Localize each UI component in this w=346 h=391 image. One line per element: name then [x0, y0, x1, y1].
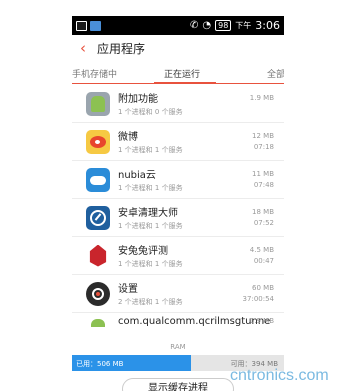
cleaner-icon — [86, 205, 110, 230]
title-bar: ‹ 应用程序 — [72, 35, 284, 62]
weibo-icon — [86, 129, 110, 154]
ram-label: RAM — [170, 343, 186, 351]
app-memory: 12 MB — [252, 132, 274, 140]
app-memory: 11 MB — [252, 170, 274, 178]
app-runtime: 37:00:54 — [242, 295, 274, 303]
tab-all[interactable]: 全部 — [267, 67, 284, 80]
app-memory: 1.9 MB — [249, 317, 274, 325]
app-runtime: 00:47 — [253, 257, 274, 265]
android-icon — [86, 313, 110, 327]
back-arrow-icon[interactable]: ‹ — [80, 41, 92, 56]
tab-bar: 手机存储中 正在运行 全部 — [72, 62, 284, 84]
app-runtime: 07:18 — [253, 143, 274, 151]
image-notification-icon — [90, 20, 101, 31]
status-ampm: 下午 — [235, 21, 252, 30]
app-runtime: 07:48 — [253, 181, 274, 189]
list-item[interactable]: 附加功能 1 个进程和 0 个服务 1.9 MB — [72, 85, 284, 123]
antutu-icon — [86, 243, 110, 268]
cloud-icon — [86, 167, 110, 192]
tab-phone-storage[interactable]: 手机存储中 — [72, 67, 117, 80]
list-item[interactable]: 微博 1 个进程和 1 个服务 12 MB 07:18 — [72, 123, 284, 161]
page-title: 应用程序 — [97, 42, 146, 56]
wifi-icon: ◔ — [202, 20, 212, 31]
running-app-list: 附加功能 1 个进程和 0 个服务 1.9 MB 微博 1 个进程和 1 个服务… — [72, 85, 284, 333]
watermark: cntronics.com — [230, 367, 329, 384]
phone-screen: ✆ ◔ 98 下午 3:06 ‹ 应用程序 手机存储中 正在运行 全部 附加功能… — [72, 16, 284, 391]
app-memory: 60 MB — [252, 284, 274, 292]
app-process-info: 1 个进程和 0 个服务 — [118, 108, 183, 116]
app-runtime: 07:52 — [253, 219, 274, 227]
tab-running[interactable]: 正在运行 — [164, 67, 200, 80]
list-item[interactable]: 安兔兔评测 1 个进程和 1 个服务 4.5 MB 00:47 — [72, 237, 284, 275]
app-memory: 4.5 MB — [249, 246, 274, 254]
app-memory: 1.9 MB — [249, 94, 274, 102]
settings-icon — [86, 281, 110, 306]
battery-icon: 98 — [215, 20, 232, 31]
phone-signal-icon: ✆ — [189, 20, 199, 31]
list-item[interactable]: 设置 2 个进程和 1 个服务 60 MB 37:00:54 — [72, 275, 284, 313]
list-item[interactable]: 安卓清理大师 1 个进程和 1 个服务 18 MB 07:52 — [72, 199, 284, 237]
ram-used-text: 已用：506 MB — [76, 360, 124, 368]
notification-icon — [76, 20, 87, 31]
list-item[interactable]: nubia云 1 个进程和 1 个服务 11 MB 07:48 — [72, 161, 284, 199]
active-tab-indicator — [154, 82, 216, 84]
status-time: 3:06 — [255, 19, 280, 32]
app-memory: 18 MB — [252, 208, 274, 216]
list-item[interactable]: com.qualcomm.qcrilmsgtunne 1.9 MB — [72, 313, 284, 333]
show-cached-processes-button[interactable]: 显示缓存进程 — [122, 378, 234, 391]
status-bar: ✆ ◔ 98 下午 3:06 — [72, 16, 284, 35]
android-icon — [86, 91, 110, 116]
